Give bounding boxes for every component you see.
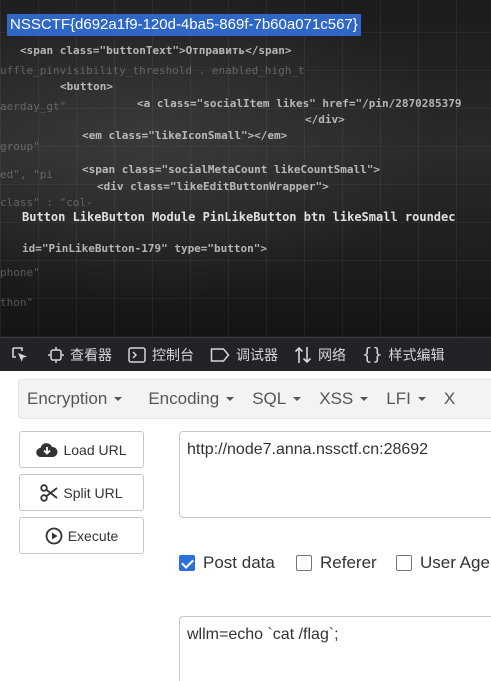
button-label: Load URL: [63, 441, 127, 458]
menu-label: SQL: [252, 389, 287, 408]
scissors-icon: [40, 483, 58, 502]
element-picker-icon[interactable]: [0, 338, 40, 371]
code-line: <span class="buttonText">Отправить</span…: [20, 44, 292, 57]
caret-down-icon: [417, 397, 426, 401]
tab-console[interactable]: 控制台: [120, 338, 202, 371]
cloud-download-icon: [36, 442, 58, 457]
network-icon: [294, 346, 312, 363]
checkbox-unchecked-icon: [296, 555, 312, 571]
button-label: Execute: [67, 527, 119, 544]
menu-label: XSS: [319, 389, 354, 408]
code-line: uffle_pinvisibility_threshold . enabled_…: [0, 64, 305, 77]
code-line: <span class="socialMetaCount likeCountSm…: [82, 163, 381, 176]
webpage-viewport: <span class="buttonText">Отправить</span…: [0, 0, 491, 337]
code-line: id="PinLikeButton-179" type="button">: [22, 242, 268, 255]
tab-label: 查看器: [70, 346, 112, 363]
caret-down-icon: [293, 397, 302, 401]
checkbox-checked-icon: [179, 555, 195, 571]
menu-encoding[interactable]: Encoding: [140, 380, 242, 418]
tab-label: 控制台: [152, 346, 194, 363]
tab-network[interactable]: 网络: [286, 338, 354, 371]
code-line: ed", "pi: [0, 168, 53, 181]
code-line: <em class="likeIconSmall"></em>: [82, 129, 288, 142]
code-line: aerday_gt": [0, 100, 67, 113]
menu-sql[interactable]: SQL: [244, 380, 309, 418]
tab-debugger[interactable]: 调试器: [202, 338, 286, 371]
play-circle-icon: [45, 527, 63, 544]
post-data-textarea[interactable]: wllm=echo `cat /flag`;: [179, 616, 491, 681]
inspector-icon: [48, 346, 64, 363]
selected-flag-text[interactable]: NSSCTF{d692a1f9-120d-4ba5-869f-7b60a071c…: [7, 14, 361, 36]
code-line: phone": [0, 266, 40, 279]
tab-inspector[interactable]: 查看器: [40, 338, 120, 371]
load-url-button[interactable]: Load URL: [19, 431, 144, 468]
caret-down-icon: [360, 397, 369, 401]
caret-down-icon: [114, 397, 123, 401]
style-editor-icon: {}: [362, 344, 383, 365]
menu-label: Encryption: [27, 389, 108, 408]
code-line: <a class="socialItem likes" href="/pin/2…: [137, 97, 462, 110]
menu-label: X: [443, 389, 456, 408]
checkbox-unchecked-icon: [396, 555, 412, 571]
menu-more[interactable]: X: [436, 380, 463, 418]
code-line: thon": [0, 296, 34, 309]
menu-encryption[interactable]: Encryption: [19, 380, 130, 418]
checkbox-label: Post data: [203, 553, 275, 572]
code-line: <button>: [60, 80, 113, 93]
execute-button[interactable]: Execute: [19, 517, 144, 554]
tab-label: 网络: [318, 346, 346, 363]
button-label: Split URL: [63, 484, 123, 501]
split-url-button[interactable]: Split URL: [19, 474, 144, 511]
caret-down-icon: [226, 397, 235, 401]
hackbar-panel: Encryption Encoding SQL XSS LFI X Load U…: [0, 371, 491, 681]
tab-label: 样式编辑: [388, 346, 445, 363]
user-agent-checkbox[interactable]: User Age: [396, 553, 490, 573]
hackbar-menu: Encryption Encoding SQL XSS LFI X: [18, 379, 491, 419]
menu-xss[interactable]: XSS: [311, 380, 376, 418]
checkbox-label: Referer: [320, 553, 377, 572]
console-icon: [128, 346, 146, 363]
post-data-checkbox[interactable]: Post data: [179, 553, 275, 573]
debugger-icon: [210, 347, 230, 362]
devtools-toolbar: 查看器 控制台 调试器 网络 {} 样式编辑: [0, 337, 491, 371]
menu-label: LFI: [386, 389, 411, 408]
url-textarea[interactable]: http://node7.anna.nssctf.cn:28692: [179, 431, 491, 518]
tab-label: 调试器: [236, 346, 278, 363]
referer-checkbox[interactable]: Referer: [296, 553, 377, 573]
checkbox-label: User Age: [420, 553, 490, 572]
menu-lfi[interactable]: LFI: [378, 380, 434, 418]
code-line: group": [0, 140, 40, 153]
code-line: </div>: [305, 113, 345, 126]
code-line: Button LikeButton Module PinLikeButton b…: [22, 210, 456, 224]
menu-label: Encoding: [148, 389, 220, 408]
tab-style-editor[interactable]: {} 样式编辑: [354, 338, 452, 371]
code-line: <div class="likeEditButtonWrapper">: [97, 180, 329, 193]
code-line: class" : "col-: [0, 196, 93, 209]
